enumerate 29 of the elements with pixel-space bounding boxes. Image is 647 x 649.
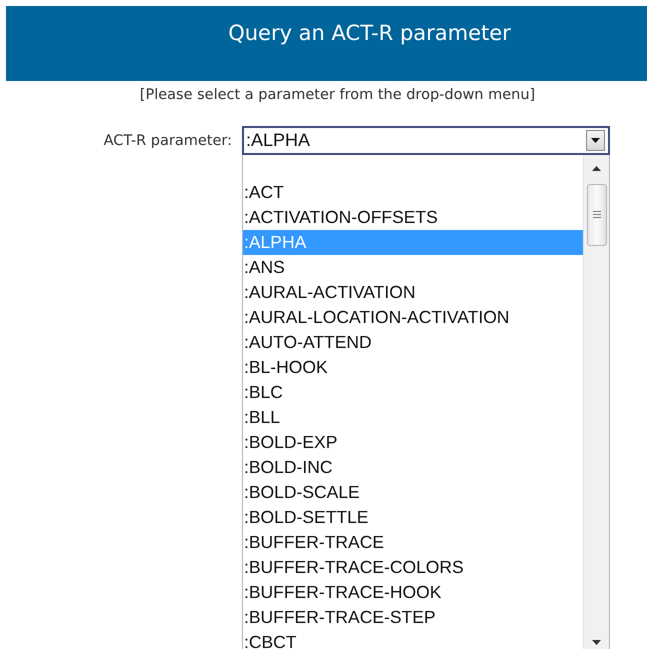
dropdown-option[interactable]: :BOLD-EXP (243, 430, 583, 455)
dropdown-option[interactable]: :AURAL-ACTIVATION (243, 280, 583, 305)
dropdown-option[interactable]: :BUFFER-TRACE-HOOK (243, 580, 583, 605)
parameter-select[interactable]: :ALPHA (242, 126, 610, 155)
caret-icon (591, 138, 600, 143)
scroll-down-icon[interactable] (592, 640, 601, 645)
dropdown-option[interactable]: :ANS (243, 254, 583, 280)
dropdown-option[interactable]: :AURAL-LOCATION-ACTIVATION (243, 304, 583, 330)
grip-icon (593, 211, 601, 218)
dropdown-option[interactable]: :BOLD-SCALE (243, 480, 583, 505)
dropdown-option[interactable]: :BOLD-SETTLE (243, 504, 583, 530)
dropdown-option[interactable]: :BUFFER-TRACE-STEP (243, 604, 583, 630)
dropdown-option[interactable]: :CBCT (243, 630, 583, 649)
dropdown-option[interactable]: :BUFFER-TRACE-COLORS (243, 554, 583, 580)
dropdown-option[interactable]: :BLL (243, 404, 583, 430)
field-label: ACT-R parameter: (102, 132, 232, 151)
scrollbar[interactable] (583, 154, 609, 649)
dropdown-option[interactable]: :ACTIVATION-OFFSETS (243, 204, 583, 230)
page-title: Query an ACT-R parameter (227, 20, 512, 47)
dropdown-option[interactable]: :ACT (243, 180, 583, 205)
dropdown-option[interactable]: :BLC (243, 380, 583, 405)
instruction-text: [Please select a parameter from the drop-down menu] (138, 86, 536, 105)
scroll-thumb[interactable] (587, 184, 607, 246)
dropdown-option[interactable]: :BL-HOOK (243, 354, 583, 380)
dropdown-option[interactable]: :AUTO-ATTEND (243, 330, 583, 355)
scroll-up-icon[interactable] (592, 166, 601, 171)
dropdown-option[interactable]: :BUFFER-TRACE (243, 530, 583, 555)
dropdown-option[interactable]: :BOLD-INC (243, 454, 583, 480)
dropdown-button[interactable] (586, 130, 605, 151)
